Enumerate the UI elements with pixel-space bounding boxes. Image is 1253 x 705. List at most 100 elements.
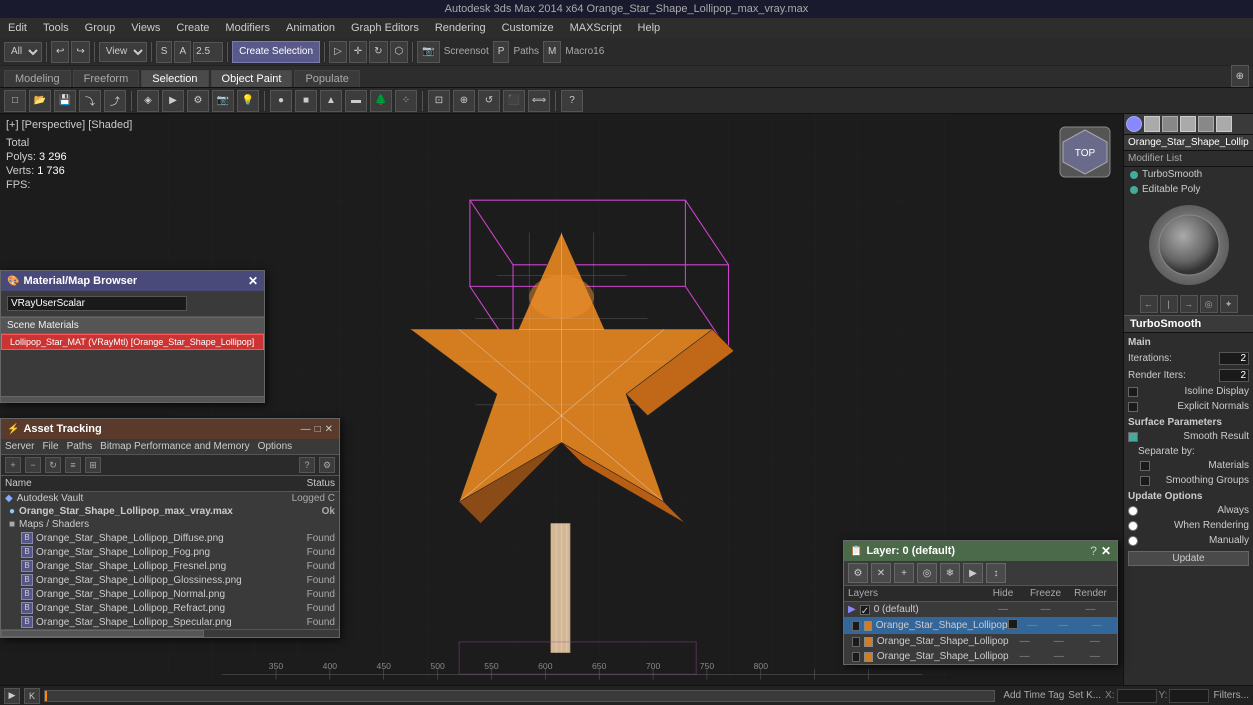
tb2-sphere[interactable]: ● (270, 90, 292, 112)
nav-cube[interactable]: TOP (1055, 122, 1115, 182)
ts-smooth-result-checkbox[interactable] (1128, 432, 1138, 442)
snap-value-input[interactable] (193, 42, 223, 62)
tb-paths[interactable]: P (493, 41, 510, 63)
ts-isoline-checkbox[interactable] (1128, 387, 1138, 397)
tb2-light[interactable]: 💡 (237, 90, 259, 112)
tb-redo[interactable]: ↪ (71, 41, 89, 63)
tb2-move2[interactable]: ⊕ (453, 90, 475, 112)
tb2-scale2[interactable]: ⬛ (503, 90, 525, 112)
tab-object-paint[interactable]: Object Paint (211, 70, 293, 87)
menu-graph-editors[interactable]: Graph Editors (347, 22, 423, 34)
rp-color2[interactable] (1144, 116, 1160, 132)
tb2-tree[interactable]: 🌲 (370, 90, 392, 112)
at-server[interactable]: Server (5, 441, 34, 452)
tb-rotate[interactable]: ↻ (369, 41, 387, 63)
at-remove[interactable]: − (25, 457, 41, 473)
rp-modifier-list-label[interactable]: Modifier List (1124, 151, 1253, 167)
lp-settings-btn[interactable]: ⚙ (848, 563, 868, 583)
at-row-diffuse[interactable]: B Orange_Star_Shape_Lollipop_Diffuse.png… (1, 531, 339, 545)
mat-browser-close[interactable]: ✕ (248, 274, 258, 288)
menu-help[interactable]: Help (634, 22, 665, 34)
rp-color1[interactable] (1126, 116, 1142, 132)
modifier-editable-poly[interactable]: Editable Poly (1124, 182, 1253, 197)
tb-screenshot[interactable]: 📷 (417, 41, 439, 63)
tb-scale[interactable]: ⬡ (390, 41, 409, 63)
lp-row-lollipop1[interactable]: Orange_Star_Shape_Lollipop — — — (844, 617, 1117, 634)
lp-row2-vis-check[interactable] (852, 637, 860, 647)
tb2-scatter[interactable]: ⁘ (395, 90, 417, 112)
ts-smoothing-groups-checkbox[interactable] (1140, 476, 1150, 486)
menu-maxscript[interactable]: MAXScript (566, 22, 626, 34)
at-view2[interactable]: ⊞ (85, 457, 101, 473)
timeline[interactable] (44, 690, 995, 702)
ts-render-iters-input[interactable] (1219, 369, 1249, 382)
create-selection-button[interactable]: Create Selection (232, 41, 320, 63)
at-file[interactable]: File (42, 441, 58, 452)
lp-render-all-btn[interactable]: ▶ (963, 563, 983, 583)
lp-freeze-all-btn[interactable]: ❄ (940, 563, 960, 583)
bb-add-time-tag[interactable]: Add Time Tag (1003, 690, 1064, 701)
lp-hide-all-btn[interactable]: ◎ (917, 563, 937, 583)
tb-snap[interactable]: S (156, 41, 173, 63)
at-row-maxfile[interactable]: ● Orange_Star_Shape_Lollipop_max_vray.ma… (1, 505, 339, 518)
ts-iterations-input[interactable] (1219, 352, 1249, 365)
at-row-fog[interactable]: B Orange_Star_Shape_Lollipop_Fog.png Fou… (1, 545, 339, 559)
ts-always-radio[interactable] (1128, 506, 1138, 516)
bb-play[interactable]: ▶ (4, 688, 20, 704)
menu-rendering[interactable]: Rendering (431, 22, 490, 34)
tb2-import[interactable]: ⤵ (79, 90, 101, 112)
menu-animation[interactable]: Animation (282, 22, 339, 34)
lp-row1-vis-check[interactable] (852, 621, 860, 631)
tb2-plane[interactable]: ▬ (345, 90, 367, 112)
rp-pin-btn[interactable]: | (1160, 295, 1178, 313)
at-row-fresnel[interactable]: B Orange_Star_Shape_Lollipop_Fresnel.png… (1, 559, 339, 573)
lp-row0-vis-check[interactable]: ✓ (860, 605, 870, 615)
at-options[interactable]: Options (258, 441, 292, 452)
tb2-help[interactable]: ? (561, 90, 583, 112)
ts-manually-radio[interactable] (1128, 536, 1138, 546)
view-dropdown[interactable]: View (99, 42, 147, 62)
at-bitmap-perf[interactable]: Bitmap Performance and Memory (100, 441, 250, 452)
lp-row3-vis-check[interactable] (852, 652, 860, 662)
lp-row-lollipop2[interactable]: Orange_Star_Shape_Lollipop — — — (844, 634, 1117, 649)
bb-y-input[interactable] (1169, 689, 1209, 703)
tb2-mirror[interactable]: ⟺ (528, 90, 550, 112)
tb-snap2[interactable]: A (174, 41, 191, 63)
tab-selection[interactable]: Selection (141, 70, 208, 87)
tb-move[interactable]: ✛ (349, 41, 367, 63)
lp-add-btn[interactable]: + (894, 563, 914, 583)
lp-row-lollipop3[interactable]: Orange_Star_Shape_Lollipop — — — (844, 649, 1117, 664)
at-refresh[interactable]: ↻ (45, 457, 61, 473)
lp-row1-end-check[interactable] (1008, 619, 1018, 629)
rp-color5[interactable] (1198, 116, 1214, 132)
at-row-refract[interactable]: B Orange_Star_Shape_Lollipop_Refract.png… (1, 601, 339, 615)
bb-key[interactable]: K (24, 688, 40, 704)
modifier-turbossmooth[interactable]: TurboSmooth (1124, 167, 1253, 182)
at-row-glossiness[interactable]: B Orange_Star_Shape_Lollipop_Glossiness.… (1, 573, 339, 587)
lp-close[interactable]: ✕ (1101, 544, 1111, 558)
at-maximize[interactable]: □ (315, 424, 321, 435)
ts-materials-checkbox[interactable] (1140, 461, 1150, 471)
ts-explicit-normals-checkbox[interactable] (1128, 402, 1138, 412)
rp-nav-btn[interactable]: → (1180, 295, 1198, 313)
all-dropdown[interactable]: All (4, 42, 42, 62)
mat-scrollbar[interactable] (1, 396, 264, 402)
tb-select[interactable]: ▷ (329, 41, 347, 63)
tb2-rendersett[interactable]: ⚙ (187, 90, 209, 112)
lp-help[interactable]: ? (1090, 544, 1097, 558)
menu-modifiers[interactable]: Modifiers (221, 22, 274, 34)
rp-camera-btn[interactable]: ◎ (1200, 295, 1218, 313)
rp-light-btn[interactable]: ✦ (1220, 295, 1238, 313)
at-scrollbar[interactable] (1, 629, 339, 637)
rp-color6[interactable] (1216, 116, 1232, 132)
tb-undo[interactable]: ↩ (51, 41, 69, 63)
tb2-select2[interactable]: ⊡ (428, 90, 450, 112)
menu-group[interactable]: Group (81, 22, 120, 34)
tb2-render[interactable]: ▶ (162, 90, 184, 112)
tab-populate[interactable]: Populate (294, 70, 359, 87)
populate-icon[interactable]: ⊕ (1231, 65, 1249, 87)
at-row-maps-group[interactable]: ■ Maps / Shaders (1, 518, 339, 531)
ts-update-button[interactable]: Update (1128, 551, 1249, 566)
at-help[interactable]: ? (299, 457, 315, 473)
menu-edit[interactable]: Edit (4, 22, 31, 34)
